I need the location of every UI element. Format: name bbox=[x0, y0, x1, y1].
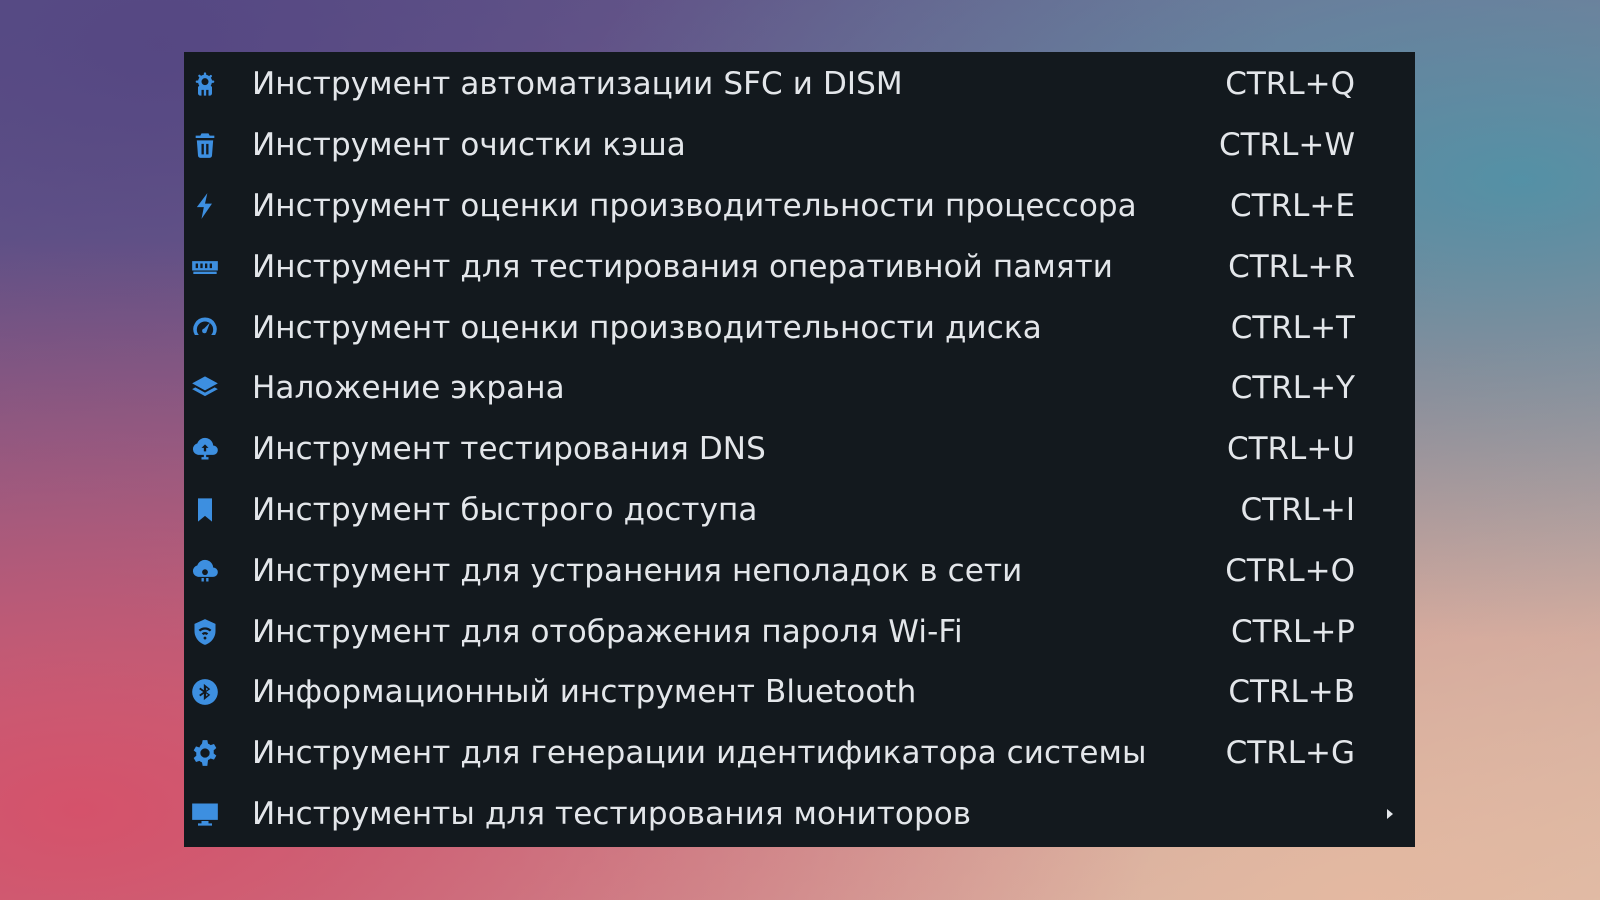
shortcut-label: CTRL+W bbox=[1218, 127, 1355, 164]
menu-item-label: Инструмент для отображения пароля Wi-Fi bbox=[252, 613, 963, 650]
shortcut-label: CTRL+P bbox=[1230, 613, 1355, 650]
bluetooth-icon bbox=[189, 676, 221, 708]
menu-item-bluetooth-info[interactable]: Информационный инструмент Bluetooth CTRL… bbox=[184, 662, 1415, 723]
menu-item-label: Информационный инструмент Bluetooth bbox=[252, 674, 917, 711]
menu-item-wifi-password[interactable]: Инструмент для отображения пароля Wi-Fi … bbox=[184, 601, 1415, 662]
menu-item-ram-test[interactable]: Инструмент для тестирования оперативной … bbox=[184, 236, 1415, 297]
menu-item-label: Инструмент очистки кэша bbox=[252, 127, 686, 164]
menu-item-network-troubleshooter[interactable]: Инструмент для устранения неполадок в се… bbox=[184, 540, 1415, 601]
menu-item-cache-cleaner[interactable]: Инструмент очистки кэша CTRL+W bbox=[184, 115, 1415, 176]
monitor-icon bbox=[189, 798, 221, 830]
context-menu: Инструмент автоматизации SFC и DISM CTRL… bbox=[184, 52, 1415, 847]
menu-item-dns-test[interactable]: Инструмент тестирования DNS CTRL+U bbox=[184, 419, 1415, 480]
cloud-gear-icon bbox=[189, 555, 221, 587]
menu-item-label: Инструмент автоматизации SFC и DISM bbox=[252, 66, 903, 103]
bookmark-icon bbox=[189, 494, 221, 526]
menu-item-label: Инструмент оценки производительности дис… bbox=[252, 309, 1042, 346]
menu-item-screen-overlay[interactable]: Наложение экрана CTRL+Y bbox=[184, 358, 1415, 419]
memory-icon bbox=[189, 251, 221, 283]
cloud-network-icon bbox=[189, 433, 221, 465]
menu-item-monitor-tests[interactable]: Инструменты для тестирования мониторов bbox=[184, 784, 1415, 845]
menu-item-sfc-dism[interactable]: Инструмент автоматизации SFC и DISM CTRL… bbox=[184, 54, 1415, 115]
shortcut-label: CTRL+Q bbox=[1225, 66, 1355, 103]
shortcut-label: CTRL+Y bbox=[1230, 370, 1355, 407]
menu-item-label: Наложение экрана bbox=[252, 370, 565, 407]
layers-icon bbox=[189, 372, 221, 404]
shortcut-label: CTRL+I bbox=[1240, 491, 1355, 528]
menu-item-system-id[interactable]: Инструмент для генерации идентификатора … bbox=[184, 723, 1415, 784]
menu-item-label: Инструмент для устранения неполадок в се… bbox=[252, 552, 1023, 589]
trash-icon bbox=[189, 129, 221, 161]
tools-gear-icon bbox=[189, 68, 221, 100]
menu-item-disk-benchmark[interactable]: Инструмент оценки производительности дис… bbox=[184, 297, 1415, 358]
lightning-icon bbox=[189, 190, 221, 222]
shortcut-label: CTRL+T bbox=[1230, 309, 1355, 346]
shortcut-label: CTRL+G bbox=[1225, 735, 1355, 772]
gear-icon bbox=[189, 737, 221, 769]
shortcut-label: CTRL+O bbox=[1225, 552, 1355, 589]
submenu-arrow-icon bbox=[1387, 808, 1393, 819]
gauge-icon bbox=[189, 312, 221, 344]
menu-item-label: Инструмент тестирования DNS bbox=[252, 431, 766, 468]
menu-item-label: Инструмент для генерации идентификатора … bbox=[252, 735, 1147, 772]
shortcut-label: CTRL+U bbox=[1226, 431, 1355, 468]
menu-item-label: Инструмент быстрого доступа bbox=[252, 491, 758, 528]
menu-item-label: Инструмент для тестирования оперативной … bbox=[252, 248, 1113, 285]
menu-item-label: Инструмент оценки производительности про… bbox=[252, 187, 1137, 224]
shortcut-label: CTRL+R bbox=[1228, 248, 1355, 285]
shortcut-label: CTRL+E bbox=[1230, 187, 1355, 224]
menu-item-label: Инструменты для тестирования мониторов bbox=[252, 795, 972, 832]
wifi-shield-icon bbox=[189, 616, 221, 648]
shortcut-label: CTRL+B bbox=[1228, 674, 1355, 711]
menu-item-cpu-benchmark[interactable]: Инструмент оценки производительности про… bbox=[184, 176, 1415, 237]
menu-item-quick-access[interactable]: Инструмент быстрого доступа CTRL+I bbox=[184, 480, 1415, 541]
